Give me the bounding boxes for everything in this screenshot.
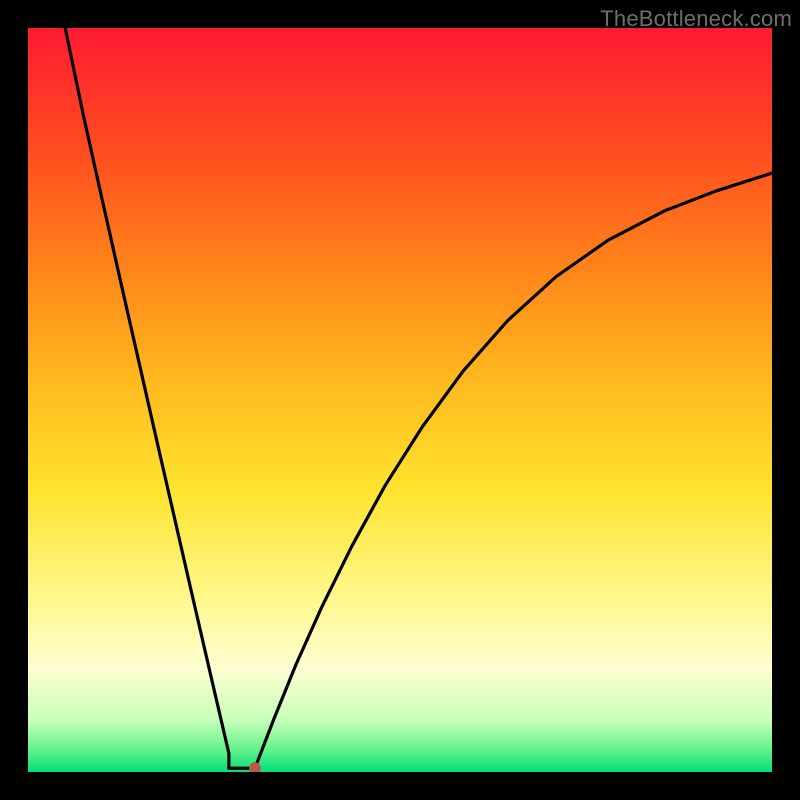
- curve-path: [65, 28, 772, 768]
- chart-stage: TheBottleneck.com: [0, 0, 800, 800]
- source-label: TheBottleneck.com: [600, 6, 792, 32]
- plot-area: [28, 28, 772, 772]
- bottleneck-curve: [28, 28, 772, 772]
- optimum-marker: [249, 762, 261, 772]
